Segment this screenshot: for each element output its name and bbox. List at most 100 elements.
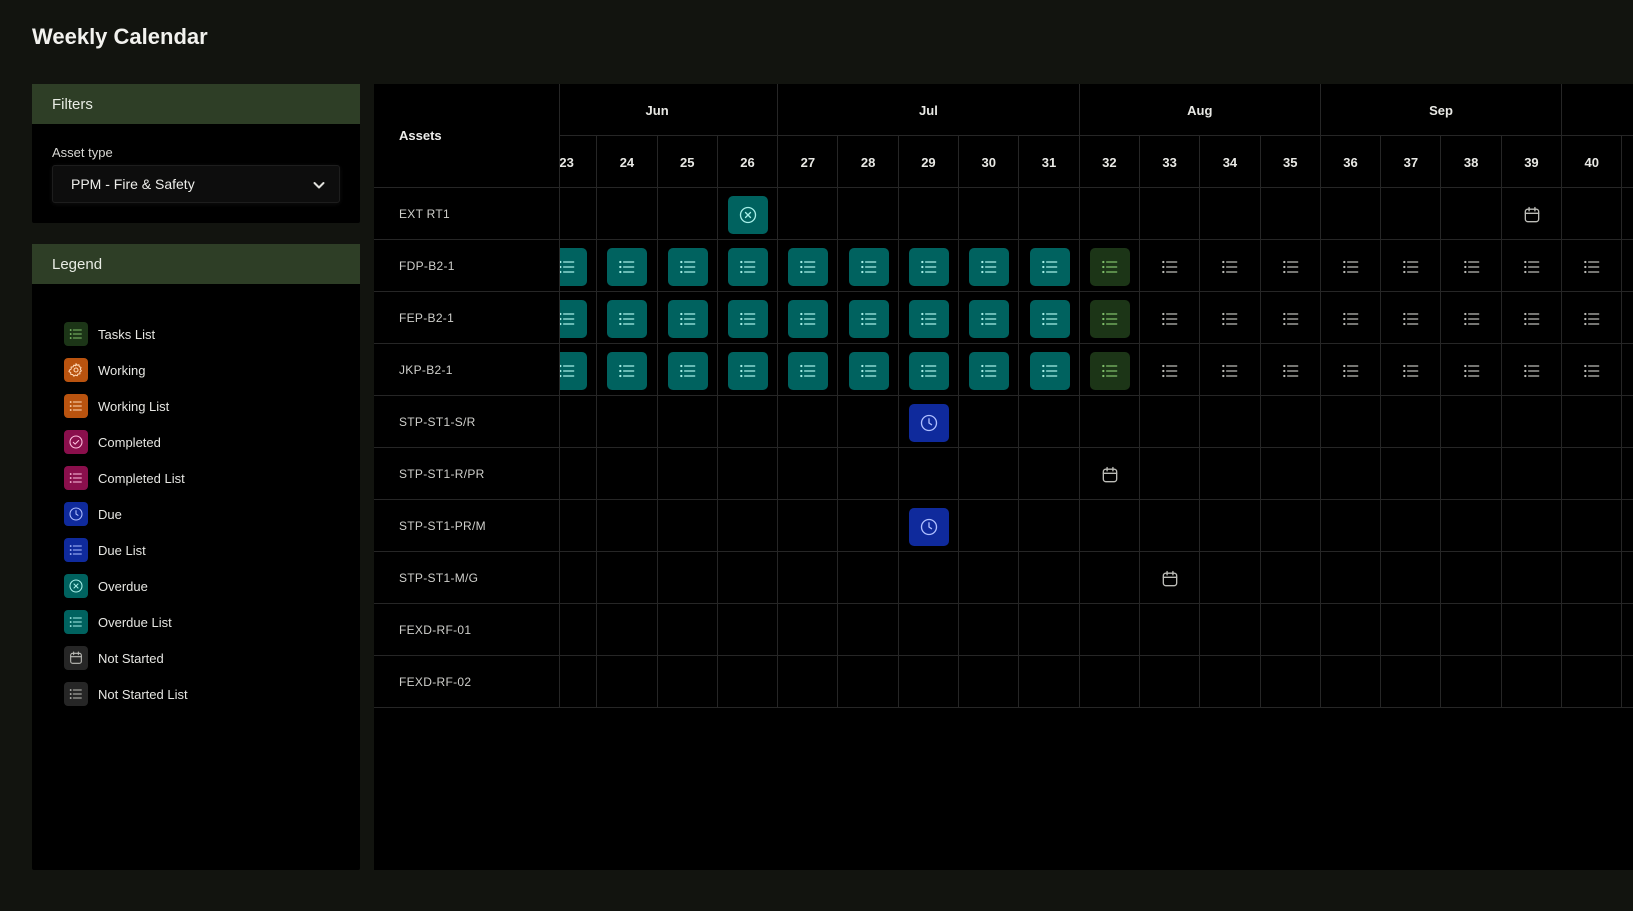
task-chip-not-started-list[interactable] [1391,300,1431,338]
task-chip-overdue-list[interactable] [788,300,829,338]
calendar-cell [1200,188,1261,240]
task-chip-overdue-list[interactable] [908,352,949,390]
calendar-cell [1381,448,1442,500]
task-chip-overdue-list[interactable] [1029,352,1070,390]
calendar-cell [1140,500,1201,552]
calendar-cell [1381,604,1442,656]
task-chip-not-started-list[interactable] [1210,352,1250,390]
list-icon [1524,260,1540,274]
calendar-cell [1442,604,1502,656]
calendar-cell [1321,344,1382,396]
task-chip-not-started-list[interactable] [1572,352,1612,390]
task-chip-overdue-list[interactable] [1029,248,1070,286]
task-chip-overdue-list[interactable] [848,352,889,390]
calendar-cell [718,292,779,344]
calendar-cell [1502,500,1563,552]
calendar-cell [1261,500,1321,552]
task-chip-overdue-list[interactable] [667,300,708,338]
legend-label: Working List [98,398,170,414]
task-chip-overdue-list[interactable] [728,352,769,390]
asset-type-select[interactable]: PPM - Fire & Safety [52,165,340,203]
task-chip-not-started-list[interactable] [1210,300,1250,338]
task-chip-overdue-list[interactable] [560,300,588,338]
calendar-cell [839,344,899,396]
calendar-cell [658,344,718,396]
calendar-cell [1019,500,1080,552]
task-chip-overdue-list[interactable] [908,300,949,338]
task-chip-overdue-list[interactable] [848,248,889,286]
task-chip-overdue-list[interactable] [728,248,769,286]
task-chip-not-started-list[interactable] [1391,352,1431,390]
legend-label: Not Started List [98,686,188,702]
legend-header: Legend [32,244,360,284]
calendar-cell [718,188,779,240]
task-chip-due[interactable] [908,404,949,442]
task-chip-overdue-list[interactable] [1029,300,1070,338]
task-chip-overdue-list[interactable] [969,352,1010,390]
calendar-cell [1442,552,1502,604]
list-icon [1524,312,1540,326]
task-chip-overdue-list[interactable] [560,248,588,286]
calendar-cell [1321,396,1382,448]
task-chip-overdue-list[interactable] [607,300,648,338]
calendar-cell [1622,292,1633,344]
task-chip-not-started-list[interactable] [1572,248,1612,286]
calendar-cell [1502,552,1563,604]
calendar-cell [839,396,899,448]
task-chip-not-started-list[interactable] [1452,248,1492,286]
calendar-cell [1562,500,1623,552]
task-chip-not-started-list[interactable] [1210,248,1250,286]
task-chip-overdue-list[interactable] [560,352,588,390]
task-chip-not-started-list[interactable] [1572,300,1612,338]
calendar-cell [839,448,899,500]
task-chip-not-started-list[interactable] [1150,248,1190,286]
task-chip-overdue-list[interactable] [969,248,1010,286]
task-chip-not-started-list[interactable] [1452,300,1492,338]
task-chip-not-started-list[interactable] [1331,352,1371,390]
task-chip-not-started-list[interactable] [1512,248,1552,286]
task-chip-overdue-list[interactable] [969,300,1010,338]
task-chip-overdue-list[interactable] [848,300,889,338]
task-chip-not-started-list[interactable] [1271,248,1311,286]
task-chip-not-started-list[interactable] [1150,352,1190,390]
task-chip-not-started-list[interactable] [1391,248,1431,286]
task-chip-overdue-list[interactable] [607,248,648,286]
task-chip-overdue-list[interactable] [667,352,708,390]
calendar-cell [1502,604,1563,656]
task-chip-overdue-list[interactable] [728,300,769,338]
task-chip-not-started-list[interactable] [1271,352,1311,390]
task-chip-overdue-list[interactable] [667,248,708,286]
calendar-cell [778,396,839,448]
task-chip-not-started[interactable] [1512,196,1552,234]
task-chip-overdue-list[interactable] [607,352,648,390]
task-chip-not-started-list[interactable] [1512,300,1552,338]
task-chip-not-started-list[interactable] [1150,300,1190,338]
calendar-cell [1381,188,1442,240]
task-chip-not-started-list[interactable] [1512,352,1552,390]
calendar-cell [560,604,598,656]
task-chip-not-started[interactable] [1090,456,1130,494]
legend-label: Overdue [98,578,148,594]
calendar-cell [1381,292,1442,344]
asset-type-value: PPM - Fire & Safety [71,176,195,192]
task-chip-not-started-list[interactable] [1331,248,1371,286]
legend-panel: Legend Tasks List Working Working List Comp… [32,244,360,870]
task-chip-overdue-list[interactable] [788,352,829,390]
task-chip-overdue-list[interactable] [908,248,949,286]
task-chip-not-started-list[interactable] [1331,300,1371,338]
task-chip-not-started[interactable] [1150,560,1190,598]
list-icon [1463,364,1479,378]
week-number: 33 [1140,136,1201,188]
task-chip-not-started-list[interactable] [1271,300,1311,338]
list-icon [1343,260,1359,274]
task-chip-overdue[interactable] [728,196,769,234]
task-chip-tasks-list[interactable] [1089,352,1130,390]
task-chip-due[interactable] [908,508,949,546]
task-chip-overdue-list[interactable] [788,248,829,286]
task-chip-not-started-list[interactable] [1452,352,1492,390]
months-row: Jun Jul Aug Sep [560,84,1633,136]
task-chip-tasks-list[interactable] [1089,248,1130,286]
list-icon [1162,260,1178,274]
task-chip-tasks-list[interactable] [1089,300,1130,338]
calendar-cell [597,240,658,292]
